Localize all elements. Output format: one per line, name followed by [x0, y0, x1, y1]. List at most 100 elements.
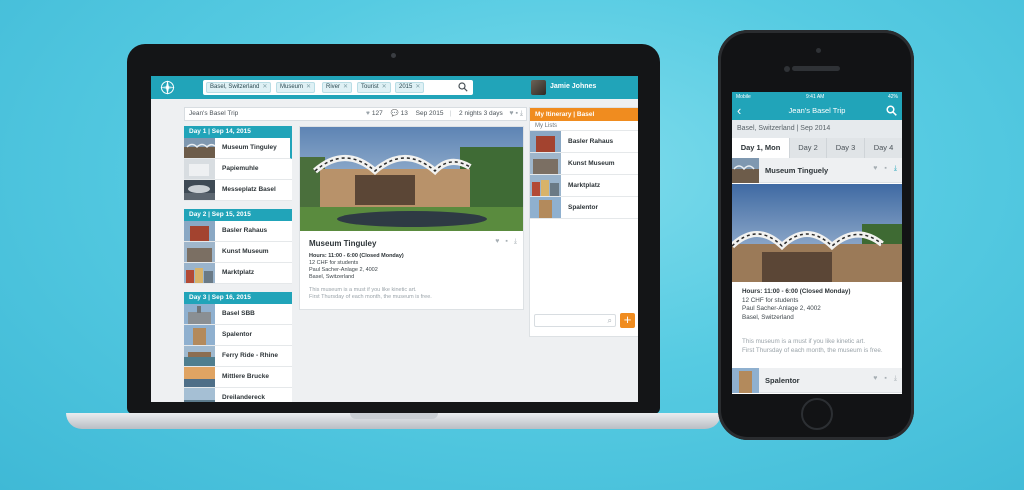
avatar[interactable]	[531, 80, 546, 95]
compass-logo-icon[interactable]	[159, 79, 176, 96]
list-item[interactable]: Basler Rahaus	[530, 131, 638, 153]
laptop-camera	[391, 53, 396, 58]
add-place-input[interactable]: ⌕	[534, 314, 616, 327]
place-thumbnail	[530, 175, 561, 196]
remove-tag-icon[interactable]: ✕	[343, 84, 348, 90]
place-title: Museum Tinguley	[309, 239, 377, 248]
place-name: Mittlere Brucke	[222, 373, 269, 380]
comment-icon[interactable]: ▪	[515, 110, 517, 117]
search-tags-input[interactable]: Basel, Switzerland ✕ Museum ✕ River ✕ Touri…	[203, 80, 473, 95]
download-icon[interactable]: ⤓	[894, 375, 897, 382]
day-header[interactable]: Day 1 | Sep 14, 2015	[184, 126, 292, 138]
download-icon[interactable]: ⤓	[894, 165, 897, 172]
place-thumbnail	[530, 197, 561, 218]
tag-label: Tourist	[361, 84, 379, 90]
list-item[interactable]: Museum Tinguely ♥ ▪ ⤓	[732, 158, 902, 183]
place-hours: Hours: 11:00 - 6:00 (Closed Monday)	[309, 253, 404, 259]
search-tag[interactable]: River ✕	[322, 82, 353, 93]
search-tag[interactable]: Tourist ✕	[357, 82, 391, 93]
heart-icon[interactable]: ♥	[366, 110, 370, 117]
download-icon[interactable]: ⤓	[514, 238, 517, 245]
phone-frame: Mobile 9:41 AM 42% ‹ Jean's Basel Trip B…	[718, 30, 914, 440]
likes-count: 127	[371, 110, 383, 117]
place-name: Basler Rahaus	[222, 227, 268, 234]
search-tag[interactable]: Basel, Switzerland ✕	[206, 82, 272, 93]
list-item[interactable]: Spalentor	[184, 325, 292, 346]
search-icon[interactable]	[886, 105, 897, 116]
remove-tag-icon[interactable]: ✕	[306, 84, 311, 90]
place-price: 12 CHF for students	[742, 296, 799, 304]
place-thumbnail	[184, 138, 215, 158]
remove-tag-icon[interactable]: ✕	[262, 84, 267, 90]
place-name: Messeplatz Basel	[222, 186, 276, 193]
add-button[interactable]: +	[620, 313, 635, 328]
place-name: Dreilandereck	[222, 394, 265, 401]
top-bar: Basel, Switzerland ✕ Museum ✕ River ✕ Touri…	[151, 76, 638, 99]
list-item[interactable]: Messeplatz Basel	[184, 180, 292, 201]
place-name: Spalentor	[765, 376, 800, 385]
list-item[interactable]: Papiemuhle	[184, 159, 292, 180]
tag-label: Basel, Switzerland	[210, 84, 260, 90]
home-button[interactable]	[801, 398, 833, 430]
search-icon[interactable]	[458, 82, 468, 92]
heart-icon[interactable]: ♥	[873, 165, 877, 172]
place-thumbnail	[184, 304, 215, 324]
list-item[interactable]: Mittlere Brucke	[184, 367, 292, 388]
laptop-base	[66, 413, 721, 429]
my-lists-label[interactable]: My Lists	[530, 121, 638, 131]
carrier: Mobile	[736, 94, 751, 100]
tag-label: River	[326, 84, 341, 90]
list-item[interactable]: Museum Tinguley	[184, 138, 292, 159]
comment-icon[interactable]: 💬	[391, 110, 399, 117]
list-item[interactable]: Basel SBB	[184, 304, 292, 325]
place-thumbnail	[732, 158, 759, 183]
comment-icon[interactable]: ▪	[505, 238, 507, 245]
search-tag[interactable]: Museum ✕	[276, 82, 316, 93]
place-thumbnail	[530, 131, 561, 152]
list-item[interactable]: Marktplatz	[530, 175, 638, 197]
place-thumbnail	[184, 346, 215, 366]
comment-icon[interactable]: ▪	[884, 375, 886, 382]
list-item[interactable]: Ferry Ride - Rhine	[184, 346, 292, 367]
list-item[interactable]: Spalentor	[530, 197, 638, 219]
tab-day-4[interactable]: Day 4	[864, 138, 902, 158]
itinerary-header[interactable]: My Itinerary | Basel	[530, 108, 638, 121]
list-item[interactable]: Spalentor ♥ ▪ ⤓	[732, 368, 902, 393]
remove-tag-icon[interactable]: ✕	[415, 84, 420, 90]
list-item[interactable]: Basler Rahaus	[184, 221, 292, 242]
search-tag[interactable]: 2015 ✕	[395, 82, 425, 93]
tab-day-2[interactable]: Day 2	[789, 138, 826, 158]
remove-tag-icon[interactable]: ✕	[382, 84, 387, 90]
place-thumbnail	[530, 153, 561, 174]
place-thumbnail	[184, 263, 215, 283]
place-description-line2: First Thursday of each month, the museum…	[742, 346, 883, 354]
day-tabs: Day 1, Mon Day 2 Day 3 Day 4	[732, 138, 902, 158]
place-thumbnail	[184, 325, 215, 345]
heart-icon[interactable]: ♥	[873, 375, 877, 382]
list-item[interactable]: Kunst Museum	[530, 153, 638, 175]
place-thumbnail	[184, 242, 215, 262]
download-icon[interactable]: ⤓	[520, 110, 523, 117]
list-item[interactable]: Dreilandereck	[184, 388, 292, 402]
tab-day-1[interactable]: Day 1, Mon	[732, 138, 789, 158]
place-name: Kunst Museum	[222, 248, 269, 255]
list-item[interactable]: Marktplatz	[184, 263, 292, 284]
heart-icon[interactable]: ♥	[509, 110, 513, 117]
place-description-line1: This museum is a must if you like kineti…	[309, 287, 417, 293]
place-thumbnail	[184, 221, 215, 241]
tab-day-3[interactable]: Day 3	[826, 138, 864, 158]
place-name: Museum Tinguely	[765, 166, 829, 175]
list-item[interactable]: Kunst Museum	[184, 242, 292, 263]
status-bar: Mobile 9:41 AM 42%	[732, 92, 902, 102]
place-address-line2: Basel, Switzerland	[309, 274, 355, 280]
day-header[interactable]: Day 3 | Sep 16, 2015	[184, 292, 292, 304]
mobile-title: Jean's Basel Trip	[788, 106, 846, 115]
comment-icon[interactable]: ▪	[884, 165, 886, 172]
place-description-line1: This museum is a must if you like kineti…	[742, 338, 866, 345]
place-price: 12 CHF for students	[309, 260, 359, 266]
day-header[interactable]: Day 2 | Sep 15, 2015	[184, 209, 292, 221]
mobile-app: Mobile 9:41 AM 42% ‹ Jean's Basel Trip B…	[732, 92, 902, 394]
trip-date: Sep 2015	[415, 110, 444, 117]
place-address-line1: Paul Sacher-Anlage 2, 4002	[309, 267, 378, 273]
heart-icon[interactable]: ♥	[495, 238, 499, 245]
